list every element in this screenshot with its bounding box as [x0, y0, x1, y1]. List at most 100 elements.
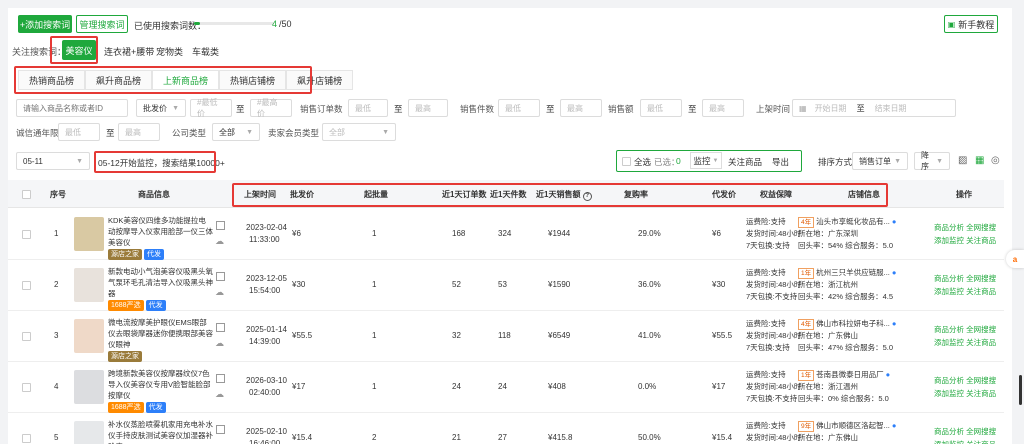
follow-product-link[interactable]: 关注商品 [966, 287, 996, 296]
product-title[interactable]: 补水仪蒸脸喷雾机家用充电补水仪手持皮肤测试美容仪加湿器补脸来 [108, 419, 213, 444]
col-listing[interactable]: 上架时间 [244, 189, 276, 200]
qr-code-icon[interactable] [216, 272, 225, 281]
select-all-label[interactable]: 全选 [634, 156, 651, 168]
header-checkbox[interactable] [22, 190, 31, 199]
add-monitor-link[interactable]: 添加监控 [934, 338, 964, 347]
price-max-input[interactable]: #最高价 [250, 98, 292, 118]
select-all-checkbox[interactable] [622, 157, 631, 166]
member-type-select[interactable]: 全部 ▼ [322, 123, 396, 141]
keyword-chip-0[interactable]: 美容仪 [62, 40, 96, 60]
cloud-download-icon[interactable]: ☁ [215, 287, 224, 298]
store-name[interactable]: 汕头市享蜓化妆品有... [816, 217, 890, 226]
col-pieces[interactable]: 近1天件数 [490, 189, 526, 200]
row-checkbox[interactable] [22, 434, 31, 443]
qr-code-icon[interactable] [216, 425, 225, 434]
follow-product-link[interactable]: 关注商品 [966, 236, 996, 245]
sort-order-select[interactable]: 降序 ▼ [914, 151, 950, 171]
store-name[interactable]: 杭州三只羊供应链服... [816, 268, 890, 277]
product-title[interactable]: 新款电动小气泡美容仪吸黑头氧气泵环毛孔清洁导入仪吸黑头神器 1688严选 代发 [108, 266, 213, 311]
export-button[interactable]: 导出 [772, 156, 789, 168]
tab-rising-products[interactable]: 飙升商品榜 [85, 70, 153, 90]
credit-max-input[interactable]: 最高 [118, 123, 160, 141]
product-title[interactable]: 微电流按摩美护眼仪EMS眼部仪去眼袋摩器迷你便携眼部美容仪眼神 源店之家 [108, 317, 213, 362]
image-view-icon[interactable]: ▨ [958, 155, 967, 166]
row-checkbox[interactable] [22, 230, 31, 239]
row-checkbox[interactable] [22, 332, 31, 341]
cloud-download-icon[interactable]: ☁ [215, 236, 224, 247]
analyze-product-link[interactable]: 商品分析 [934, 223, 964, 232]
add-monitor-link[interactable]: 添加监控 [934, 440, 964, 444]
date-select[interactable]: 05-11 ▼ [16, 152, 90, 170]
add-monitor-link[interactable]: 添加监控 [934, 236, 964, 245]
grid-view-icon[interactable]: ▦ [975, 155, 984, 166]
follow-product-link[interactable]: 关注商品 [966, 440, 996, 444]
store-name[interactable]: 苍南县微泰日用品厂 [816, 370, 884, 379]
credit-min-input[interactable]: 最低 [58, 123, 100, 141]
analyze-product-link[interactable]: 商品分析 [934, 427, 964, 436]
product-thumbnail[interactable] [74, 268, 104, 302]
tutorial-button[interactable]: ▣ 新手教程 [944, 15, 998, 33]
keyword-chip-2[interactable]: 宠物类 [156, 45, 183, 58]
product-title[interactable]: KDK美容仪四维多功能提拉电动按摩导入仪家用脸部一仪三体美容仪 源店之家 代发 [108, 215, 213, 260]
store-name[interactable]: 佛山市顺德区洛起智... [816, 421, 890, 430]
follow-product-link[interactable]: 关注商品 [966, 389, 996, 398]
add-monitor-link[interactable]: 添加监控 [934, 287, 964, 296]
add-monitor-link[interactable]: 添加监控 [934, 389, 964, 398]
qr-code-icon[interactable] [216, 221, 225, 230]
tab-hot-products[interactable]: 热销商品榜 [18, 70, 86, 90]
col-moq[interactable]: 起批量 [364, 189, 388, 200]
keyword-chip-3[interactable]: 车载类 [192, 45, 219, 58]
monitor-button[interactable]: 监控 ▼ [690, 152, 722, 169]
cloud-download-icon[interactable]: ☁ [215, 338, 224, 349]
product-search-field[interactable] [23, 103, 121, 113]
analyze-product-link[interactable]: 商品分析 [934, 325, 964, 334]
row-checkbox[interactable] [22, 383, 31, 392]
order-min-input[interactable]: 最低 [348, 99, 388, 117]
tab-rising-stores[interactable]: 飙升店铺榜 [286, 70, 354, 90]
product-search-input[interactable] [16, 99, 128, 117]
analyze-product-link[interactable]: 商品分析 [934, 376, 964, 385]
vertical-scrollbar[interactable] [1019, 375, 1022, 405]
add-keyword-button[interactable]: +添加搜索词 [18, 15, 72, 33]
tab-new-products[interactable]: 上新商品榜 [152, 70, 220, 90]
search-web-link[interactable]: 全网搜搜 [966, 376, 996, 385]
tab-hot-stores[interactable]: 热销店铺榜 [219, 70, 287, 90]
product-title[interactable]: 跨境新款美容仪按摩器纹仪7色导入仪美容仪专用V脸智能脸部按摩仪 1688严选 代发 [108, 368, 213, 413]
qr-code-icon[interactable] [216, 323, 225, 332]
col-sales[interactable]: 近1天销售额 ? [536, 189, 592, 201]
row-checkbox[interactable] [22, 281, 31, 290]
analyze-product-link[interactable]: 商品分析 [934, 274, 964, 283]
help-icon[interactable]: ? [582, 192, 592, 201]
cloud-download-icon[interactable]: ☁ [215, 440, 224, 444]
search-web-link[interactable]: 全网搜搜 [966, 223, 996, 232]
follow-product-link[interactable]: 关注商品 [966, 338, 996, 347]
settings-icon[interactable]: ◎ [991, 155, 1000, 166]
follow-product-button[interactable]: 关注商品 [728, 156, 762, 168]
pieces-min-input[interactable]: 最低 [498, 99, 540, 117]
col-repurchase[interactable]: 复购率 [624, 189, 648, 200]
amount-max-input[interactable]: 最高 [702, 99, 744, 117]
product-thumbnail[interactable] [74, 421, 104, 444]
cloud-download-icon[interactable]: ☁ [215, 389, 224, 400]
listing-date-range[interactable]: ▦ 开始日期 至 结束日期 [792, 99, 956, 117]
order-max-input[interactable]: 最高 [408, 99, 448, 117]
store-name[interactable]: 佛山市科拉妍电子科... [816, 319, 890, 328]
price-min-input[interactable]: #最低价 [190, 98, 232, 118]
sort-field-select[interactable]: 销售订单 ▼ [852, 152, 908, 170]
search-web-link[interactable]: 全网搜搜 [966, 274, 996, 283]
pieces-max-input[interactable]: 最高 [560, 99, 602, 117]
col-orders[interactable]: 近1天订单数 [442, 189, 486, 200]
search-web-link[interactable]: 全网搜搜 [966, 427, 996, 436]
product-thumbnail[interactable] [74, 319, 104, 353]
product-thumbnail[interactable] [74, 217, 104, 251]
float-assistant-icon[interactable]: a [1006, 250, 1024, 268]
qr-code-icon[interactable] [216, 374, 225, 383]
product-thumbnail[interactable] [74, 370, 104, 404]
search-web-link[interactable]: 全网搜搜 [966, 325, 996, 334]
col-price[interactable]: 批发价 [290, 189, 314, 200]
keyword-chip-1[interactable]: 连衣裙+腰带 [104, 45, 154, 58]
amount-min-input[interactable]: 最低 [640, 99, 682, 117]
company-type-select[interactable]: 全部 ▼ [212, 123, 260, 141]
col-dropship[interactable]: 代发价 [712, 189, 736, 200]
price-type-select[interactable]: 批发价 ▼ [136, 99, 186, 117]
